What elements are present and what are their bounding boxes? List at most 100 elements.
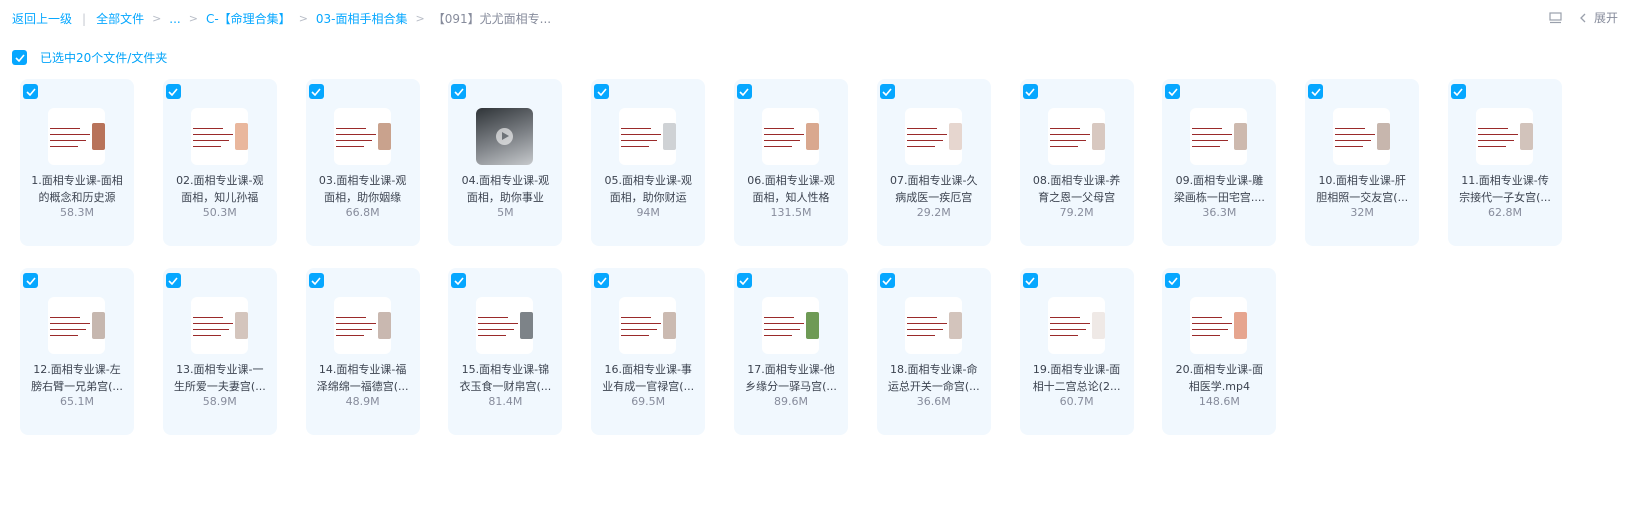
thumbnail-photo	[377, 123, 391, 150]
thumbnail-text-line	[621, 329, 658, 330]
file-checkbox[interactable]	[736, 273, 752, 288]
file-card[interactable]: 20.面相专业课-面相医学.mp4 148.6M	[1162, 268, 1277, 435]
thumbnail-text-line	[1192, 140, 1229, 141]
file-checkbox[interactable]	[1308, 84, 1324, 99]
thumbnail-photo	[663, 312, 677, 339]
thumbnail-photo	[92, 123, 105, 150]
document-thumbnail	[1047, 297, 1105, 354]
file-checkbox[interactable]	[879, 84, 895, 99]
thumbnail-photo	[948, 312, 962, 339]
document-thumbnail	[48, 297, 105, 354]
breadcrumb-all-files[interactable]: 全部文件	[96, 10, 144, 27]
file-card[interactable]: 02.面相专业课-观面相，知儿孙福 50.3M	[162, 79, 277, 246]
file-checkbox[interactable]	[1450, 84, 1466, 99]
file-card[interactable]: 16.面相专业课-事业有成一官禄宫(... 69.5M	[591, 268, 706, 435]
breadcrumb-ellipsis[interactable]: ...	[169, 12, 180, 26]
back-link[interactable]: 返回上一级	[12, 10, 72, 27]
file-checkbox[interactable]	[451, 84, 467, 99]
file-checkbox[interactable]	[1165, 84, 1181, 99]
thumbnail-photo	[1377, 123, 1391, 150]
file-checkbox[interactable]	[594, 273, 610, 288]
file-card[interactable]: 06.面相专业课-观面相，知人性格 131.5M	[733, 79, 848, 246]
file-card[interactable]: 18.面相专业课-命运总开关一命宫(... 36.6M	[876, 268, 991, 435]
file-card[interactable]: 10.面相专业课-肝胆相照一交友宫(... 32M	[1305, 79, 1420, 246]
thumbnail-text-line	[1192, 146, 1221, 147]
file-checkbox[interactable]	[23, 273, 38, 288]
breadcrumb: 返回上一级 | 全部文件 > ... > C-【命理合集】 > 03-面相手相合…	[12, 10, 551, 27]
file-checkbox[interactable]	[23, 84, 38, 99]
file-checkbox[interactable]	[1165, 273, 1181, 288]
thumbnail-text-line	[478, 323, 519, 324]
file-size: 148.6M	[1198, 395, 1240, 408]
file-card[interactable]: 08.面相专业课-养育之恩一父母宫 79.2M	[1019, 79, 1134, 246]
file-card[interactable]: 13.面相专业课-一生所爱一夫妻宫(... 58.9M	[162, 268, 277, 435]
thumbnail-text-line	[50, 146, 78, 147]
select-all-checkbox[interactable]	[12, 50, 27, 65]
document-thumbnail	[761, 297, 819, 354]
checkmark-icon	[597, 276, 607, 285]
checkmark-icon	[25, 276, 36, 285]
file-checkbox[interactable]	[308, 273, 324, 288]
file-card[interactable]: 12.面相专业课-左膀右臂一兄弟宫(... 65.1M	[20, 268, 134, 435]
checkmark-icon	[882, 276, 892, 285]
document-thumbnail	[619, 108, 677, 165]
selection-count: 已选中20个文件/文件夹	[40, 51, 168, 65]
thumbnail-text-line	[478, 317, 509, 318]
thumbnail-text-line	[192, 335, 221, 336]
thumbnail-text-line	[335, 329, 372, 330]
chevron-right-icon: >	[152, 12, 162, 25]
checkmark-icon	[1168, 276, 1178, 285]
expand-button[interactable]: 展开	[1580, 9, 1618, 26]
thumbnail-text-line	[335, 128, 366, 129]
file-card[interactable]: 19.面相专业课-面相十二宫总论(2... 60.7M	[1019, 268, 1134, 435]
list-view-icon[interactable]	[1549, 11, 1562, 24]
file-card[interactable]: 17.面相专业课-他乡缘分一驿马宫(... 89.6M	[733, 268, 848, 435]
file-checkbox[interactable]	[451, 273, 467, 288]
checkmark-icon	[882, 87, 892, 96]
thumbnail-text-line	[1477, 134, 1518, 135]
file-checkbox[interactable]	[165, 273, 181, 288]
thumbnail-text-line	[621, 335, 650, 336]
thumbnail-text-line	[335, 146, 364, 147]
file-card[interactable]: 04.面相专业课-观面相，助你事业 5M	[448, 79, 563, 246]
file-card[interactable]: 1.面相专业课-面相的概念和历史源 58.3M	[20, 79, 134, 246]
thumbnail-text-line	[335, 134, 376, 135]
thumbnail-photo	[234, 312, 248, 339]
thumbnail-text-line	[192, 323, 233, 324]
file-card[interactable]: 03.面相专业课-观面相，助你姻缘 66.8M	[305, 79, 420, 246]
file-card[interactable]: 14.面相专业课-福泽绵绵一福德宫(... 48.9M	[305, 268, 420, 435]
file-checkbox[interactable]	[308, 84, 324, 99]
breadcrumb-level-2[interactable]: 03-面相手相合集	[316, 10, 408, 27]
file-name: 06.面相专业课-观面相，知人性格	[747, 174, 835, 204]
file-checkbox[interactable]	[165, 84, 181, 99]
file-name: 03.面相专业课-观面相，助你姻缘	[318, 174, 407, 204]
document-thumbnail	[904, 297, 962, 354]
file-name: 18.面相专业课-命运总开关一命宫(...	[887, 363, 980, 393]
file-checkbox[interactable]	[879, 273, 895, 288]
file-checkbox[interactable]	[1022, 273, 1038, 288]
thumbnail-text-line	[763, 335, 792, 336]
thumbnail-text-line	[1192, 329, 1229, 330]
file-size: 58.9M	[202, 395, 237, 408]
file-checkbox[interactable]	[1022, 84, 1038, 99]
file-card[interactable]: 15.面相专业课-锦衣玉食一财帛宫(... 81.4M	[448, 268, 563, 435]
file-card[interactable]: 09.面相专业课-雕梁画栋一田宅宫.... 36.3M	[1162, 79, 1277, 246]
thumbnail-text-line	[621, 134, 662, 135]
thumbnail-photo	[948, 123, 962, 150]
file-card[interactable]: 07.面相专业课-久病成医一疾厄宫 29.2M	[876, 79, 991, 246]
file-name: 14.面相专业课-福泽绵绵一福德宫(...	[316, 363, 409, 393]
breadcrumb-level-1[interactable]: C-【命理合集】	[206, 10, 291, 27]
thumbnail-text-line	[192, 146, 221, 147]
file-size: 131.5M	[770, 206, 812, 219]
thumbnail-text-line	[621, 140, 658, 141]
checkmark-icon	[454, 87, 464, 96]
chevron-right-icon: >	[298, 12, 308, 25]
file-name: 15.面相专业课-锦衣玉食一财帛宫(...	[459, 363, 552, 393]
thumbnail-text-line	[192, 329, 229, 330]
thumbnail-text-line	[1335, 146, 1364, 147]
file-checkbox[interactable]	[594, 84, 610, 99]
file-card[interactable]: 05.面相专业课-观面相，助你财运 94M	[591, 79, 706, 246]
file-card[interactable]: 11.面相专业课-传宗接代一子女宫(... 62.8M	[1447, 79, 1562, 246]
file-checkbox[interactable]	[736, 84, 752, 99]
thumbnail-text-line	[478, 335, 507, 336]
